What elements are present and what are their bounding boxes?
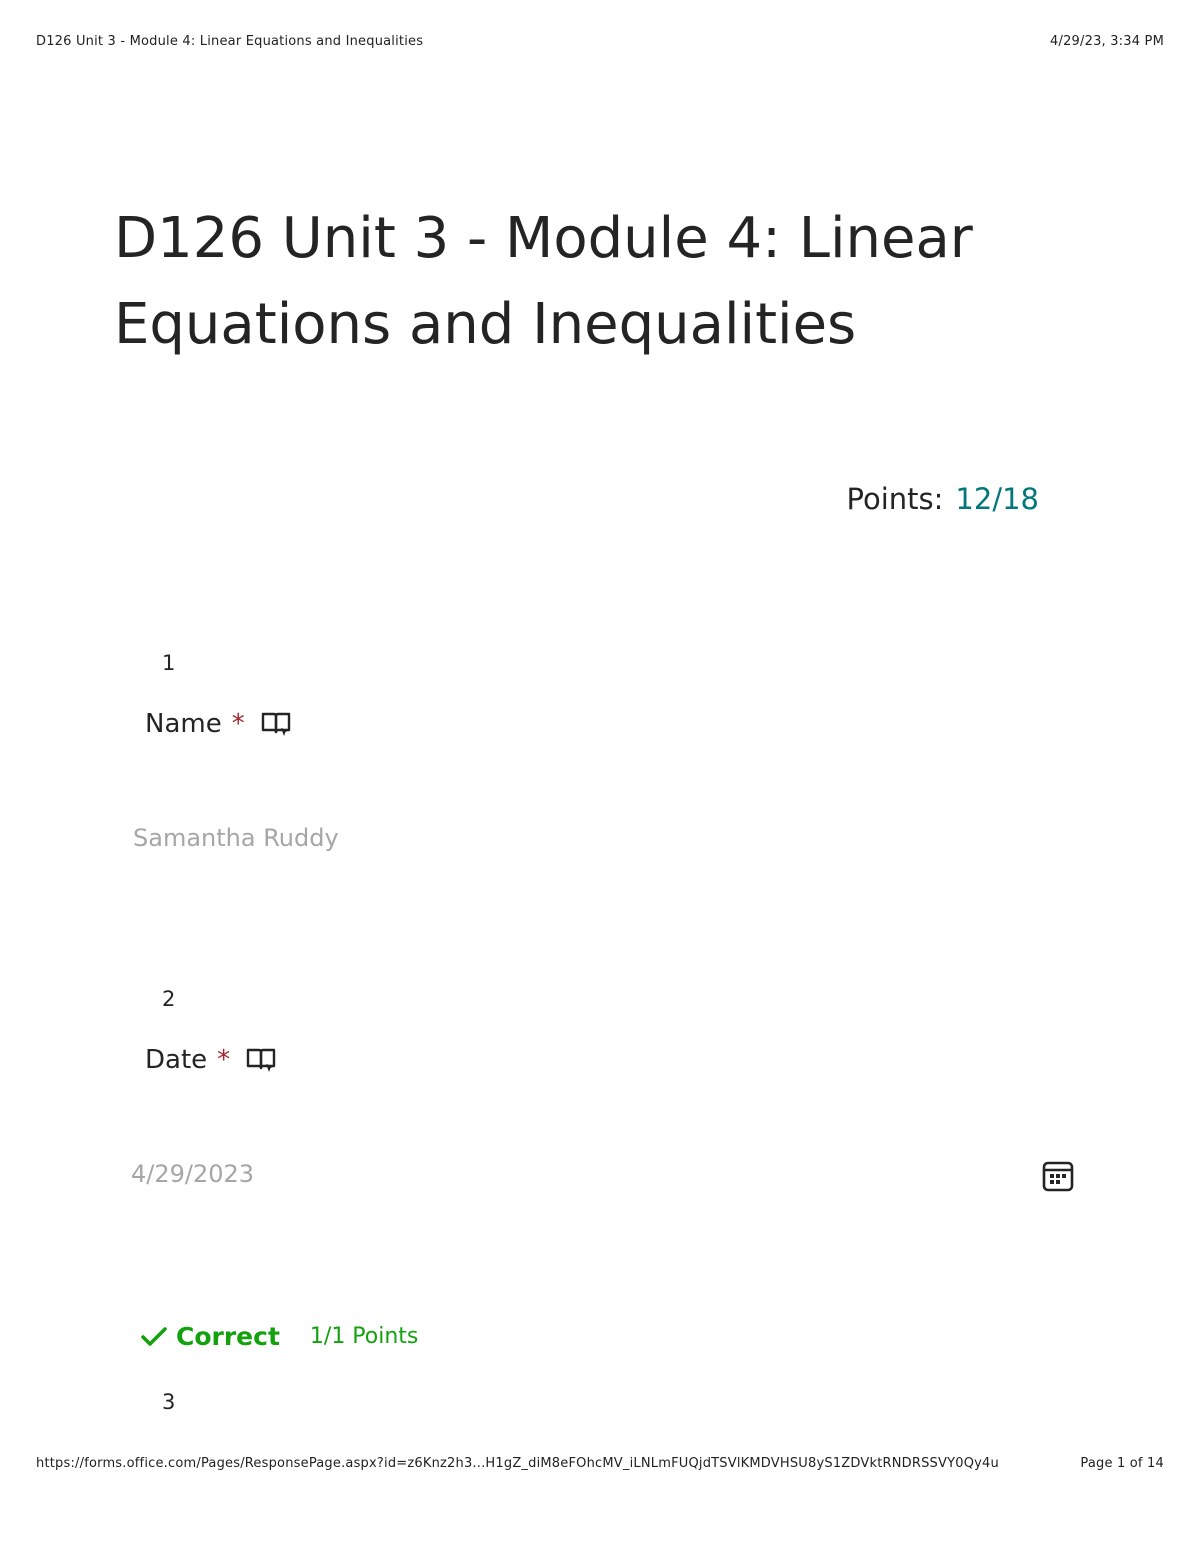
question-title: Date * [145,1045,276,1075]
answer-text: Samantha Ruddy [133,824,339,852]
question-title-text: Date [145,1045,208,1075]
print-footer-url: https://forms.office.com/Pages/ResponseP… [36,1456,999,1471]
required-asterisk: * [217,1045,231,1075]
points-label: Points: [846,482,944,516]
question-number: 3 [162,1390,176,1414]
checkmark-icon [140,1325,168,1349]
question-title-text: Name [145,709,222,739]
result-status: Correct 1/1 Points [140,1322,418,1351]
print-header-title: D126 Unit 3 - Module 4: Linear Equations… [36,34,424,49]
immersive-reader-icon[interactable] [261,710,291,738]
required-asterisk: * [231,709,245,739]
question-title: Name * [145,709,291,739]
form-title: D126 Unit 3 - Module 4: Linear Equations… [114,206,973,357]
print-header: D126 Unit 3 - Module 4: Linear Equations… [36,34,1164,49]
page-indicator: Page 1 of 14 [1080,1456,1164,1471]
result-points: 1/1 Points [309,1324,419,1349]
print-header-timestamp: 4/29/23, 3:34 PM [1050,34,1164,49]
points-score: 12/18 [955,482,1039,516]
immersive-reader-icon[interactable] [246,1046,276,1074]
answer-text: 4/29/2023 [131,1160,255,1188]
calendar-icon[interactable] [1042,1160,1074,1196]
points-summary: Points: 12/18 [847,482,1039,516]
print-footer: https://forms.office.com/Pages/ResponseP… [36,1456,1164,1471]
question-number: 1 [162,651,176,675]
result-label: Correct [176,1322,280,1351]
question-number: 2 [162,987,176,1011]
